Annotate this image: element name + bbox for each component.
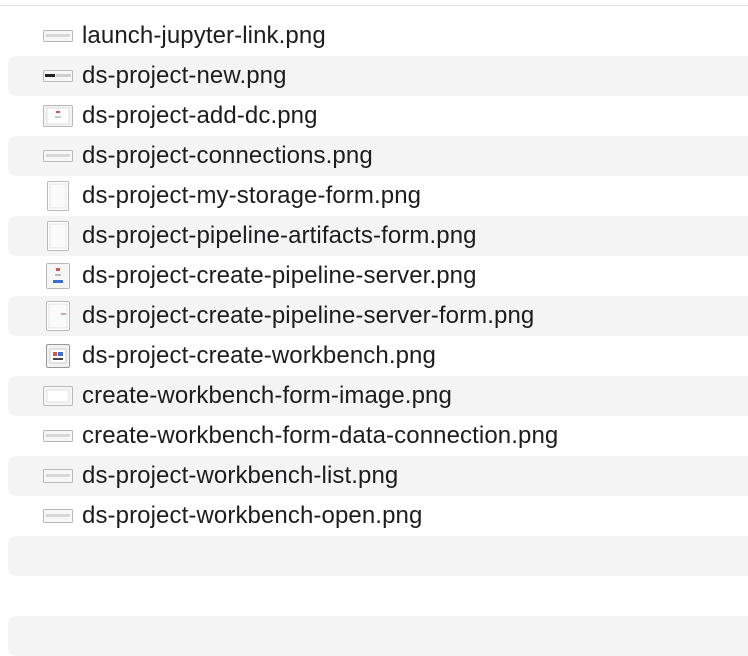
file-row[interactable]: ds-project-create-workbench.png [8, 336, 748, 376]
file-row[interactable]: create-workbench-form-data-connection.pn… [8, 416, 748, 456]
wide-screenshot-thumbnail-icon [38, 20, 78, 52]
tall-form-thumbnail-icon [38, 180, 78, 212]
file-name: ds-project-create-workbench.png [82, 342, 436, 369]
top-divider [0, 5, 748, 6]
file-name: ds-project-workbench-open.png [82, 502, 423, 529]
wide-screenshot-thumbnail-icon [38, 500, 78, 532]
file-row[interactable]: ds-project-new.png [8, 56, 748, 96]
window-thumbnail-icon [38, 380, 78, 412]
file-row[interactable]: create-workbench-form-image.png [8, 376, 748, 416]
colorful-dialog-thumbnail-icon [38, 340, 78, 372]
file-name: launch-jupyter-link.png [82, 22, 326, 49]
file-row[interactable]: ds-project-connections.png [8, 136, 748, 176]
file-name: ds-project-add-dc.png [82, 102, 318, 129]
dialog-thumbnail-icon [38, 100, 78, 132]
file-row[interactable]: ds-project-my-storage-form.png [8, 176, 748, 216]
file-row[interactable]: ds-project-create-pipeline-server.png [8, 256, 748, 296]
wide-screenshot-thumbnail-icon [38, 460, 78, 492]
file-name: ds-project-new.png [82, 62, 287, 89]
file-row[interactable]: ds-project-add-dc.png [8, 96, 748, 136]
file-row[interactable]: launch-jupyter-link.png [8, 16, 748, 56]
tall-form-thumbnail-icon [38, 300, 78, 332]
file-name: ds-project-create-pipeline-server-form.p… [82, 302, 535, 329]
file-name: ds-project-create-pipeline-server.png [82, 262, 477, 289]
file-name: ds-project-my-storage-form.png [82, 182, 422, 209]
file-list: launch-jupyter-link.png ds-project-new.p… [0, 16, 748, 536]
wide-dark-bar-thumbnail-icon [38, 60, 78, 92]
file-row[interactable]: ds-project-workbench-list.png [8, 456, 748, 496]
empty-row [8, 536, 748, 576]
file-name: create-workbench-form-image.png [82, 382, 452, 409]
file-name: ds-project-pipeline-artifacts-form.png [82, 222, 477, 249]
tall-form-thumbnail-icon [38, 220, 78, 252]
file-name: ds-project-connections.png [82, 142, 373, 169]
file-row[interactable]: ds-project-pipeline-artifacts-form.png [8, 216, 748, 256]
file-row[interactable]: ds-project-create-pipeline-server-form.p… [8, 296, 748, 336]
file-name: create-workbench-form-data-connection.pn… [82, 422, 559, 449]
file-row[interactable]: ds-project-workbench-open.png [8, 496, 748, 536]
wide-screenshot-thumbnail-icon [38, 420, 78, 452]
wide-screenshot-thumbnail-icon [38, 140, 78, 172]
file-name: ds-project-workbench-list.png [82, 462, 399, 489]
small-dialog-thumbnail-icon [38, 260, 78, 292]
empty-row [8, 616, 748, 656]
